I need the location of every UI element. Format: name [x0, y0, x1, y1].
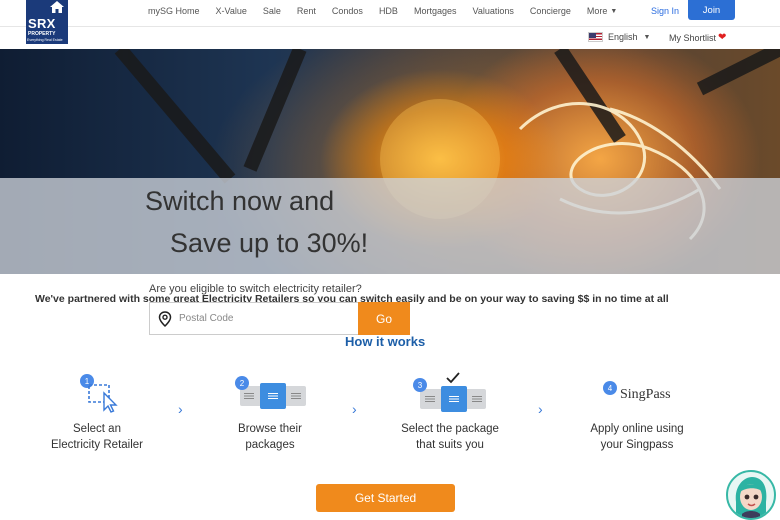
nav-condos[interactable]: Condos	[324, 6, 371, 16]
join-button[interactable]: Join	[688, 0, 735, 20]
language-label: English	[608, 32, 638, 42]
nav-hdb[interactable]: HDB	[371, 6, 406, 16]
step-2-line-2: packages	[245, 439, 295, 451]
package-lines-icon	[244, 393, 254, 399]
my-shortlist-link[interactable]: My Shortlist ❤	[669, 32, 726, 43]
step-2-line-1: Browse their	[238, 423, 302, 435]
step-3-line-2: that suits you	[416, 439, 484, 451]
package-lines-icon	[291, 393, 301, 399]
postal-code-input[interactable]	[179, 313, 349, 324]
nav-more-label: More	[586, 6, 608, 16]
chevron-right-icon: ›	[178, 401, 183, 417]
chat-assistant-avatar[interactable]	[726, 470, 776, 520]
main-nav: mySG Home X-Value Sale Rent Condos HDB M…	[140, 0, 625, 22]
step-1-line-2: Electricity Retailer	[50, 439, 144, 451]
step-4-number: 4	[603, 381, 617, 395]
get-started-button[interactable]: Get Started	[316, 484, 455, 512]
logo-subtext: PROPERTY	[28, 31, 56, 37]
step-3-number: 3	[413, 378, 427, 392]
language-selector[interactable]: English ▼	[588, 32, 650, 42]
srx-logo[interactable]: SRX PROPERTY Everything Real Estate	[26, 0, 68, 44]
sign-in-link[interactable]: Sign In	[651, 6, 679, 16]
step-1-line-1: Select an	[73, 423, 121, 435]
singpass-logo: SingPass	[620, 387, 671, 402]
sub-header	[0, 27, 780, 49]
step-4-line-1: Apply online using	[590, 423, 684, 435]
heart-icon: ❤	[718, 32, 727, 43]
nav-mysg-home[interactable]: mySG Home	[140, 6, 208, 16]
shortlist-label: My Shortlist	[669, 32, 717, 43]
hero-overlay-band	[0, 178, 780, 274]
checkmark-icon	[446, 372, 460, 384]
go-button[interactable]: Go	[358, 302, 410, 335]
nav-sale[interactable]: Sale	[255, 6, 289, 16]
step-3-line-1: Select the package	[401, 423, 499, 435]
package-lines-icon	[268, 393, 278, 399]
package-lines-icon	[472, 396, 482, 402]
package-lines-icon	[425, 396, 435, 402]
logo-tagline: Everything Real Estate	[27, 38, 63, 42]
nav-x-value[interactable]: X-Value	[208, 6, 255, 16]
hero-headline-2: Save up to 30%!	[170, 228, 369, 258]
hero-banner	[0, 49, 780, 274]
how-it-works-title: How it works	[345, 334, 426, 349]
select-cursor-icon	[88, 384, 118, 413]
chevron-down-icon: ▼	[610, 7, 618, 15]
package-lines-icon	[449, 396, 459, 402]
step-2-label: Browse their packages	[190, 421, 350, 453]
assistant-face-icon	[735, 477, 767, 518]
caret-down-icon: ▼	[643, 33, 651, 41]
nav-rent[interactable]: Rent	[289, 6, 324, 16]
nav-valuations[interactable]: Valuations	[464, 6, 521, 16]
hero-headline-1: Switch now and	[145, 186, 335, 216]
step-3-label: Select the package that suits you	[370, 421, 530, 453]
step-2-number: 2	[235, 376, 249, 390]
nav-mortgages[interactable]: Mortgages	[406, 6, 465, 16]
chevron-right-icon: ›	[538, 401, 543, 417]
step-4-label: Apply online using your Singpass	[557, 421, 717, 453]
logo-text: SRX	[28, 16, 56, 31]
chevron-right-icon: ›	[352, 401, 357, 417]
postal-code-field[interactable]	[149, 302, 359, 335]
step-1-label: Select an Electricity Retailer	[17, 421, 177, 453]
step-4-line-2: your Singpass	[600, 439, 674, 451]
nav-concierge[interactable]: Concierge	[522, 6, 579, 16]
map-pin-icon	[158, 310, 172, 327]
house-icon	[50, 1, 64, 13]
nav-more[interactable]: More ▼	[579, 6, 625, 16]
us-flag-icon	[588, 32, 603, 42]
